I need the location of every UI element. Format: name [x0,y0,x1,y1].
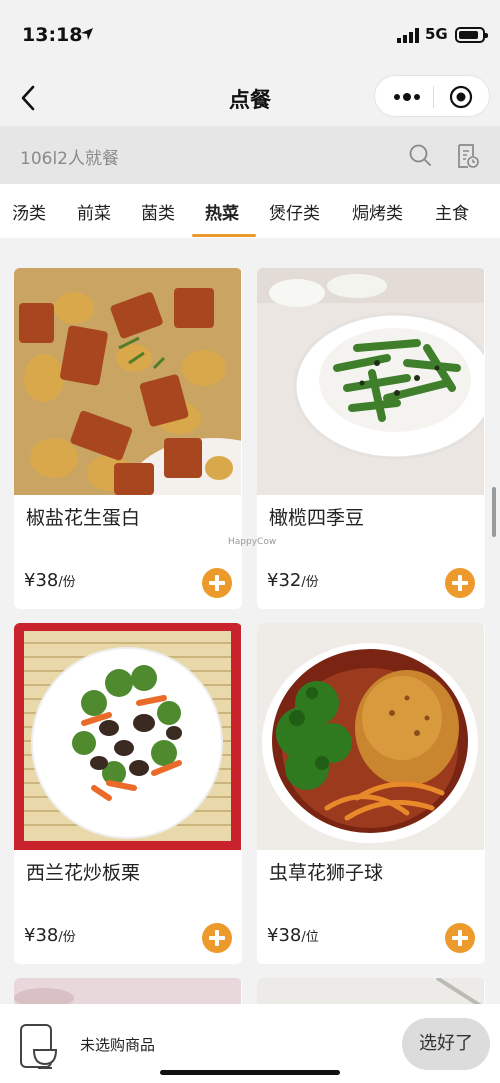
currency-symbol: ¥ [24,570,36,591]
dish-photo [257,978,484,1004]
location-arrow-icon [81,28,93,40]
add-button[interactable] [445,923,475,953]
price-unit: /份 [58,930,76,945]
dish-price: ¥38/份 [24,570,76,591]
order-list-icon[interactable] [455,143,479,169]
category-tabs: 汤类 前菜 菌类 热菜 煲仔类 焗烤类 主食 [0,184,500,238]
dish-card-partial[interactable] [14,978,242,1004]
currency-symbol: ¥ [267,925,279,946]
nav-bar: 点餐 [0,70,500,126]
scrollbar[interactable] [492,487,496,537]
tab-baked[interactable]: 焗烤类 [352,199,403,224]
cart-status: 未选购商品 [80,1036,156,1054]
dish-price: ¥38/份 [24,925,76,946]
active-tab-indicator [192,234,256,237]
network-type: 5G [425,25,448,43]
dish-card[interactable]: 橄榄四季豆 ¥32/份 [257,268,485,609]
tab-hot-dishes[interactable]: 热菜 [205,199,239,224]
tab-claypot[interactable]: 煲仔类 [269,199,320,224]
dish-card[interactable]: 西兰花炒板栗 ¥38/份 [14,623,242,964]
tab-staple[interactable]: 主食 [435,199,469,224]
cart-bar: 未选购商品 选好了 [0,1004,500,1083]
dish-photo [257,268,484,495]
price-value: 32 [278,570,302,591]
currency-symbol: ¥ [267,570,279,591]
tab-appetizer[interactable]: 前菜 [77,199,111,224]
dish-price: ¥38/位 [267,925,319,946]
dish-photo [257,623,484,850]
dish-card[interactable]: 虫草花狮子球 ¥38/位 [257,623,485,964]
tab-mushroom[interactable]: 菌类 [141,199,175,224]
signal-icon [397,28,419,43]
dish-photo [14,268,241,495]
done-button[interactable]: 选好了 [402,1018,490,1070]
capsule-divider [433,86,434,108]
add-button[interactable] [202,568,232,598]
more-icon[interactable] [393,90,421,104]
dish-list[interactable]: 椒盐花生蛋白 ¥38/份 橄榄四季豆 ¥32/份 西兰花炒板栗 ¥38/份 虫草… [0,238,500,1004]
dish-photo [14,623,241,850]
price-unit: /份 [301,575,319,590]
price-value: 38 [35,570,59,591]
dish-name: 椒盐花生蛋白 [26,507,141,529]
status-bar: 13:18 5G [0,0,500,70]
price-value: 38 [278,925,302,946]
currency-symbol: ¥ [24,925,36,946]
dish-name: 橄榄四季豆 [269,507,365,529]
add-button[interactable] [202,923,232,953]
home-indicator [160,1070,340,1075]
dish-price: ¥32/份 [267,570,319,591]
tab-soup[interactable]: 汤类 [12,199,46,224]
dish-name: 西兰花炒板栗 [26,862,141,884]
watermark: HappyCow [228,537,277,547]
dish-name: 虫草花狮子球 [269,862,384,884]
mini-program-capsule [374,75,490,117]
table-info: 106l2人就餐 [20,149,119,169]
status-time: 13:18 [22,24,83,46]
add-button[interactable] [445,568,475,598]
dish-photo [14,978,241,1004]
cart-icon[interactable] [18,1022,62,1070]
search-icon[interactable] [408,143,432,167]
dish-card-partial[interactable] [257,978,485,1004]
battery-icon [455,27,488,43]
close-miniprogram-icon[interactable] [449,85,473,109]
price-unit: /份 [58,575,76,590]
price-value: 38 [35,925,59,946]
price-unit: /位 [301,930,319,945]
dish-card[interactable]: 椒盐花生蛋白 ¥38/份 [14,268,242,609]
